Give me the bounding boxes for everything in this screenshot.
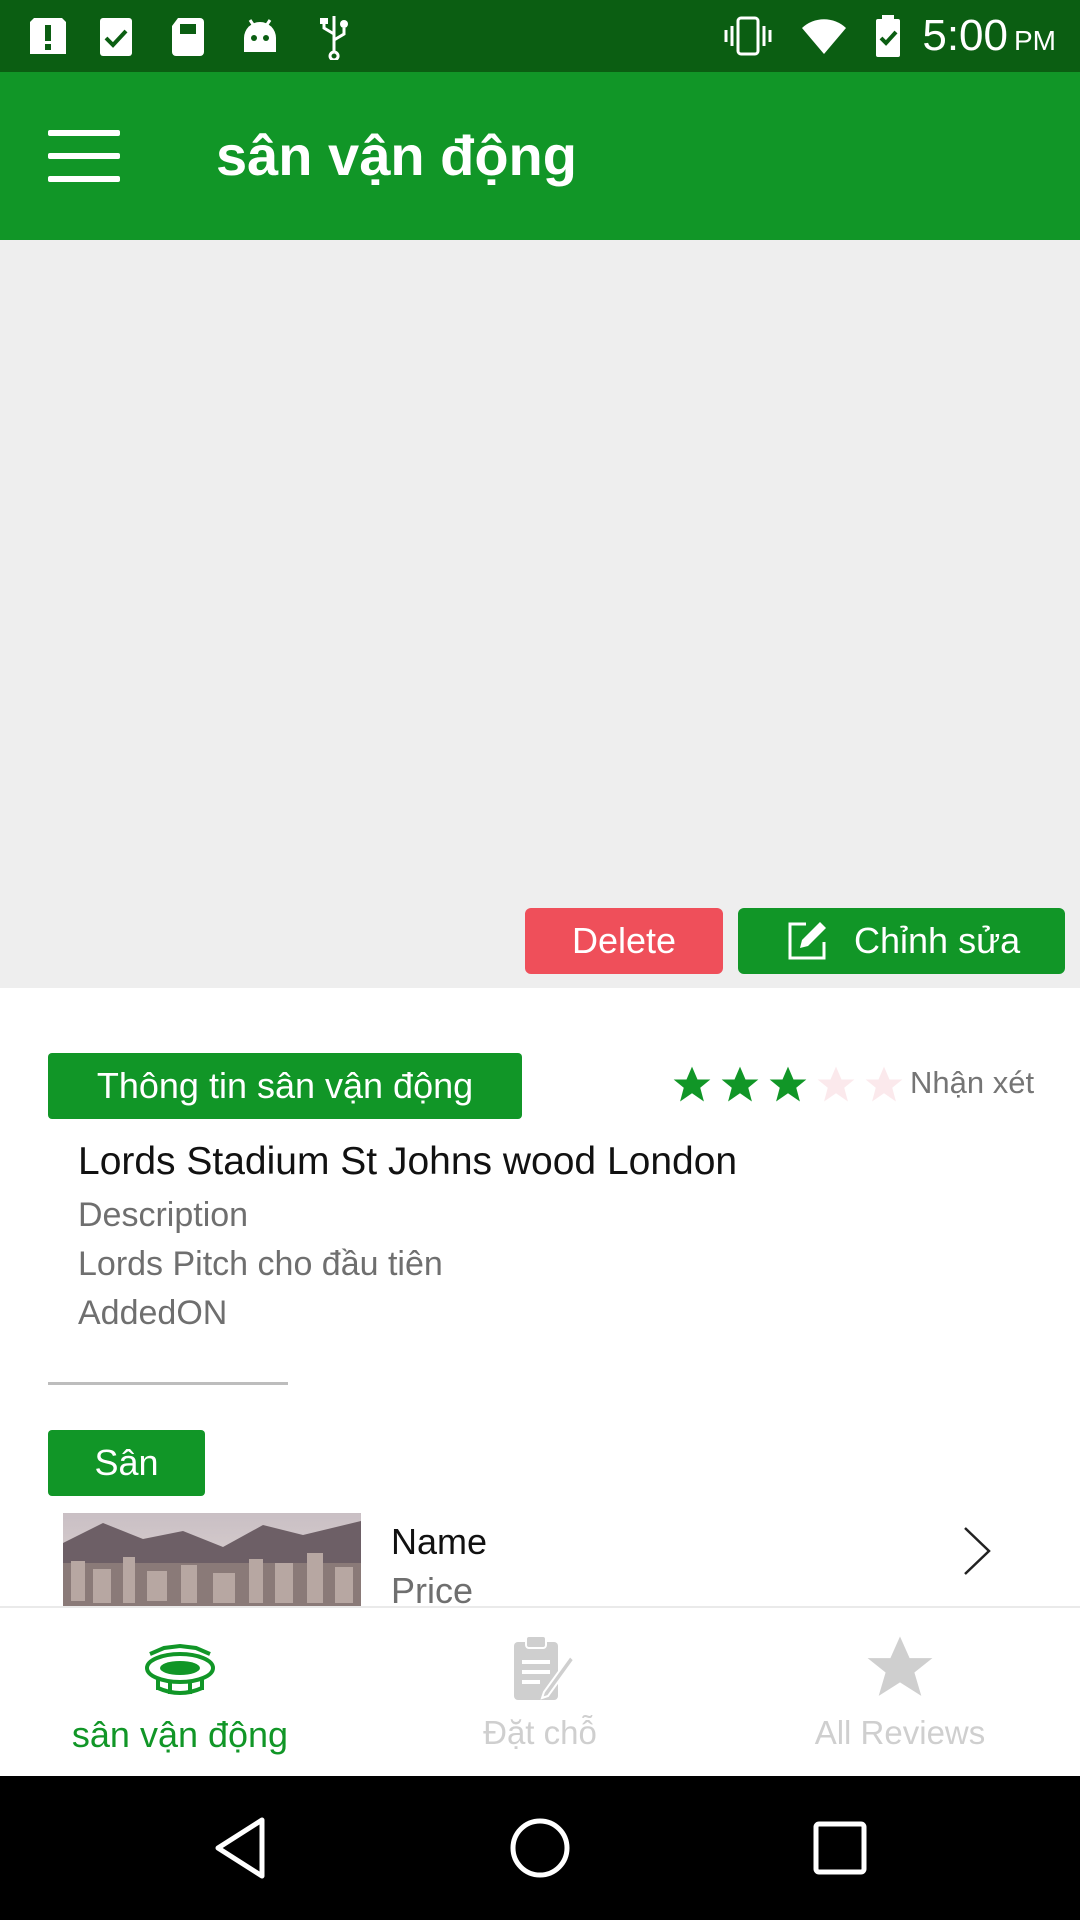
added-on-label: AddedON bbox=[78, 1294, 228, 1332]
wifi-icon bbox=[802, 19, 846, 54]
alert-icon bbox=[30, 18, 66, 54]
description-label: Description bbox=[78, 1196, 249, 1234]
stadium-name: Lords Stadium St Johns wood London bbox=[78, 1140, 738, 1183]
vibrate-icon bbox=[724, 16, 772, 56]
edit-button-label: Chỉnh sửa bbox=[854, 920, 1021, 961]
nav-label-booking: Đặt chỗ bbox=[483, 1714, 597, 1751]
usb-icon bbox=[320, 16, 348, 60]
star-empty-icon bbox=[817, 1066, 855, 1102]
menu-icon[interactable] bbox=[48, 130, 120, 182]
booking-icon bbox=[514, 1635, 576, 1700]
divider bbox=[48, 1382, 288, 1385]
chevron-right-icon[interactable] bbox=[962, 1525, 992, 1577]
pitches-section-label: Sân bbox=[48, 1430, 205, 1496]
nav-label-stadium: sân vận động bbox=[71, 1714, 289, 1755]
stadium-image-area: Delete Chỉnh sửa bbox=[0, 240, 1080, 988]
nav-item-stadium[interactable]: sân vận động bbox=[0, 1608, 360, 1778]
nav-label-reviews: All Reviews bbox=[814, 1714, 986, 1751]
pitch-price: Price bbox=[391, 1570, 474, 1606]
pitch-name: Name bbox=[391, 1521, 488, 1562]
info-section-label: Thông tin sân vận động bbox=[48, 1053, 522, 1119]
star-icon bbox=[673, 1066, 711, 1102]
clock: 5:00 PM bbox=[922, 8, 1056, 69]
status-bar: 5:00 PM bbox=[0, 0, 1080, 72]
back-icon[interactable] bbox=[204, 1812, 276, 1884]
system-navigation-bar bbox=[0, 1776, 1080, 1920]
star-icon bbox=[769, 1066, 807, 1102]
edit-button[interactable]: Chỉnh sửa bbox=[738, 908, 1065, 974]
nav-item-reviews[interactable]: All Reviews bbox=[720, 1608, 1080, 1778]
stadium-icon bbox=[145, 1643, 215, 1695]
pitch-list-item[interactable]: Name Price bbox=[0, 1513, 1080, 1606]
app-bar: sân vận động bbox=[0, 72, 1080, 240]
edit-icon bbox=[788, 922, 826, 960]
clipboard-check-icon bbox=[100, 18, 132, 56]
reviews-link[interactable]: Nhận xét bbox=[910, 1065, 1034, 1101]
page-title: sân vận động bbox=[216, 124, 577, 187]
battery-icon bbox=[876, 15, 900, 57]
delete-button[interactable]: Delete bbox=[525, 908, 723, 974]
pitch-thumbnail bbox=[63, 1513, 361, 1606]
star-icon bbox=[867, 1636, 933, 1696]
bottom-navigation: sân vận động Đặt chỗ All Reviews bbox=[0, 1606, 1080, 1778]
clock-time: 5:00 bbox=[922, 11, 1008, 60]
nav-item-booking[interactable]: Đặt chỗ bbox=[360, 1608, 720, 1778]
star-empty-icon bbox=[865, 1066, 903, 1102]
stadium-details: Thông tin sân vận động Nhận xét Lords St… bbox=[0, 988, 1080, 1606]
description-value: Lords Pitch cho đầu tiên bbox=[78, 1245, 443, 1283]
clock-ampm: PM bbox=[1014, 25, 1056, 56]
sd-card-icon bbox=[172, 18, 204, 56]
home-icon[interactable] bbox=[504, 1812, 576, 1884]
android-icon bbox=[244, 19, 276, 52]
recents-icon[interactable] bbox=[804, 1812, 876, 1884]
star-icon bbox=[721, 1066, 759, 1102]
